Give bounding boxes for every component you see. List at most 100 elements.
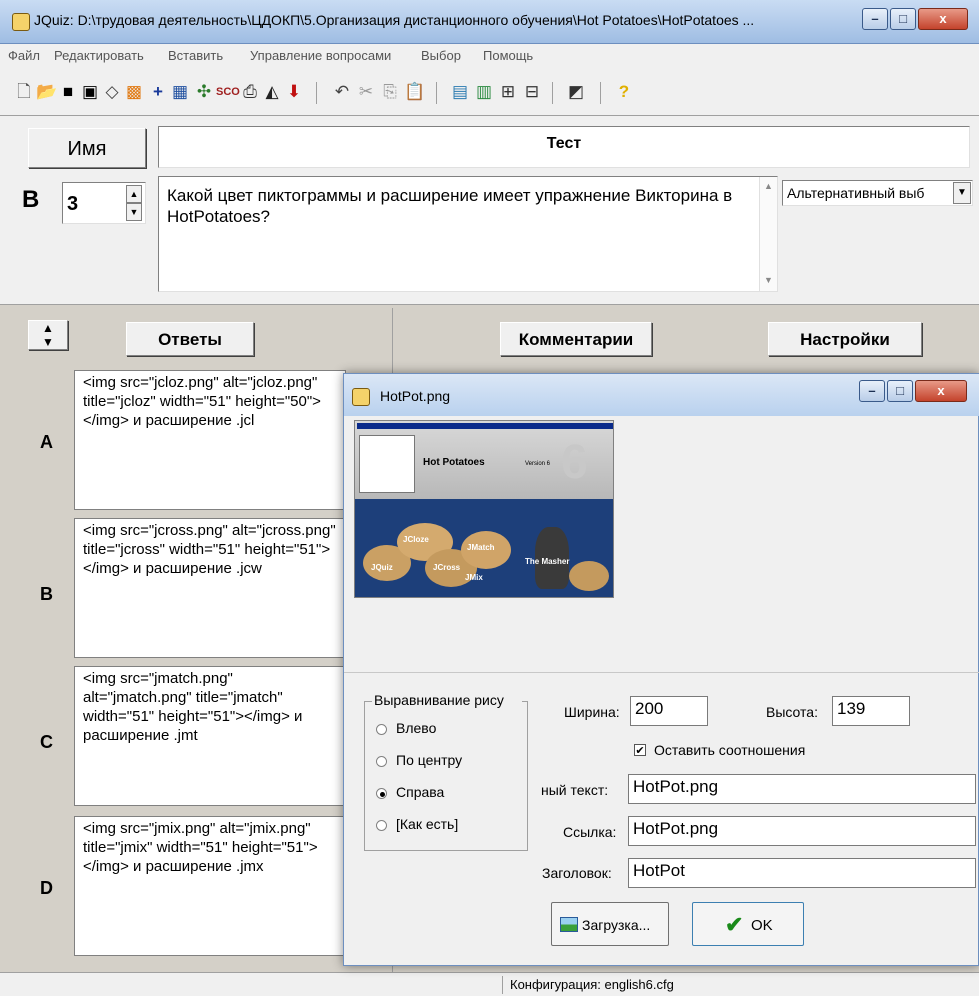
radio-center[interactable]	[376, 756, 387, 767]
grid-icon[interactable]: ⊟	[522, 82, 542, 102]
crossword-icon[interactable]: ▦	[170, 82, 190, 102]
eraser-icon[interactable]: ◇	[102, 82, 122, 102]
align-center-label[interactable]: По центру	[396, 752, 462, 768]
potato-label: JMatch	[467, 543, 495, 552]
close-button[interactable]: x	[918, 8, 968, 30]
window-title: JQuiz: D:\трудовая деятельность\ЦДОКП\5.…	[34, 12, 755, 28]
load-button[interactable]: Загрузка...	[551, 902, 669, 946]
quiz-title-field[interactable]: Тест	[158, 126, 970, 168]
image-icon[interactable]: ▤	[450, 82, 470, 102]
menu-file[interactable]: Файл	[8, 48, 40, 63]
width-input[interactable]: 200	[630, 696, 708, 726]
radio-as-is[interactable]	[376, 820, 387, 831]
menu-select[interactable]: Выбор	[421, 48, 461, 63]
alt-text-label: ный текст:	[541, 782, 609, 798]
question-scrollbar[interactable]: ▲ ▼	[759, 177, 777, 291]
maximize-button[interactable]: □	[890, 8, 916, 30]
preview-sidebar	[359, 435, 415, 493]
printer-icon[interactable]: ⎙	[240, 82, 260, 102]
answer-c-field[interactable]: <img src="jmatch.png" alt="jmatch.png" t…	[74, 666, 346, 806]
comments-column-button[interactable]: Комментарии	[500, 322, 652, 356]
align-as-is-label[interactable]: [Как есть]	[396, 816, 458, 832]
question-type-select[interactable]: Альтернативный выб ▼	[782, 180, 973, 206]
status-divider	[502, 976, 503, 994]
preview-titlebar	[357, 423, 613, 429]
caption-input[interactable]: HotPot	[628, 858, 976, 888]
settings-column-button[interactable]: Настройки	[768, 322, 922, 356]
arrow-down-icon[interactable]: ⬇	[284, 82, 304, 102]
export-icon[interactable]: ◭	[262, 82, 282, 102]
toolbar-separator	[600, 82, 601, 104]
undo-icon[interactable]: ↶	[332, 82, 352, 102]
radio-left[interactable]	[376, 724, 387, 735]
scorm-icon[interactable]: SCO	[216, 82, 240, 102]
caption-label: Заголовок:	[542, 865, 612, 881]
new-file-icon[interactable]: 🗋	[14, 82, 34, 102]
web-page-icon[interactable]: ▩	[124, 82, 144, 102]
minimize-button[interactable]: –	[862, 8, 888, 30]
status-bar: Конфигурация: english6.cfg	[0, 972, 979, 996]
paste-icon[interactable]: 📋	[404, 82, 425, 102]
dialog-divider	[344, 672, 979, 673]
answer-letter: D	[40, 878, 53, 898]
spin-down-icon[interactable]: ▼	[126, 203, 142, 221]
dialog-maximize-button[interactable]: □	[887, 380, 913, 402]
name-button[interactable]: Имя	[28, 128, 146, 168]
dialog-title-bar: HotPot.png – □ x	[344, 374, 979, 416]
picture-icon	[560, 917, 578, 932]
scroll-up-icon[interactable]: ▲	[764, 181, 773, 191]
dialog-close-button[interactable]: x	[915, 380, 967, 402]
ok-button-label: OK	[751, 917, 773, 934]
question-type-value: Альтернативный выб	[787, 185, 925, 201]
radio-right[interactable]	[376, 788, 387, 799]
toolbar-separator	[552, 82, 553, 104]
copy-icon[interactable]: ⎘	[380, 82, 400, 102]
checkbox-checked-icon[interactable]: ✔	[634, 744, 646, 757]
preview-app-title: Hot Potatoes	[423, 457, 485, 468]
splitter[interactable]	[0, 304, 979, 308]
question-number: 3	[67, 193, 79, 215]
potato-label: JCross	[433, 563, 461, 572]
align-right-label[interactable]: Справа	[396, 784, 444, 800]
question-text-area[interactable]: Какой цвет пиктограммы и расширение имее…	[158, 176, 778, 292]
menu-help[interactable]: Помощь	[483, 48, 533, 63]
answer-a-field[interactable]: <img src="jcloz.png" alt="jcloz.png" tit…	[74, 370, 346, 510]
open-folder-icon[interactable]: 📂	[36, 82, 57, 102]
toolbar-separator	[436, 82, 437, 104]
menu-edit[interactable]: Редактировать	[54, 48, 144, 63]
answers-column-button[interactable]: Ответы	[126, 322, 254, 356]
save-as-icon[interactable]: ▣	[80, 82, 100, 102]
insert-image-icon[interactable]: ▥	[474, 82, 494, 102]
toolbar-separator	[316, 82, 317, 104]
preview-version: Version 6	[525, 461, 551, 467]
answer-letter: C	[40, 732, 53, 752]
add-icon[interactable]: +	[148, 82, 168, 102]
save-icon[interactable]: ■	[58, 82, 78, 102]
config-icon[interactable]: ◩	[566, 82, 586, 102]
potato-label: JQuiz	[371, 563, 393, 572]
answer-d-field[interactable]: <img src="jmix.png" alt="jmix.png" title…	[74, 816, 346, 956]
link-icon[interactable]: ⊞	[498, 82, 518, 102]
question-number-spinner[interactable]: 3 ▲ ▼	[62, 182, 146, 224]
preview-potatoes: JCloze JMatch JQuiz JCross JMix	[363, 523, 513, 593]
keep-ratio-label[interactable]: Оставить соотношения	[654, 742, 805, 758]
ok-button[interactable]: ✔ OK	[692, 902, 804, 946]
help-icon[interactable]: ?	[614, 82, 634, 102]
spin-up-icon[interactable]: ▲	[126, 185, 142, 203]
chevron-down-icon[interactable]: ▼	[953, 182, 971, 204]
link-input[interactable]: HotPot.png	[628, 816, 976, 846]
cut-icon[interactable]: ✂	[356, 82, 376, 102]
height-input[interactable]: 139	[832, 696, 910, 726]
menu-manage-questions[interactable]: Управление вопросами	[250, 48, 391, 63]
align-left-label[interactable]: Влево	[396, 720, 436, 736]
dialog-minimize-button[interactable]: –	[859, 380, 885, 402]
alt-text-input[interactable]: HotPot.png	[628, 774, 976, 804]
image-dialog: HotPot.png – □ x Hot Potatoes Version 6 …	[343, 373, 979, 966]
answer-b-field[interactable]: <img src="jcross.png" alt="jcross.png" t…	[74, 518, 346, 658]
load-button-label: Загрузка...	[582, 917, 651, 933]
menu-insert[interactable]: Вставить	[168, 48, 223, 63]
reorder-arrows-icon[interactable]: ▲ ▼	[28, 320, 68, 350]
tree-icon[interactable]: ✣	[194, 82, 214, 102]
scroll-down-icon[interactable]: ▼	[764, 275, 773, 285]
window-title-bar: JQuiz: D:\трудовая деятельность\ЦДОКП\5.…	[0, 0, 979, 44]
